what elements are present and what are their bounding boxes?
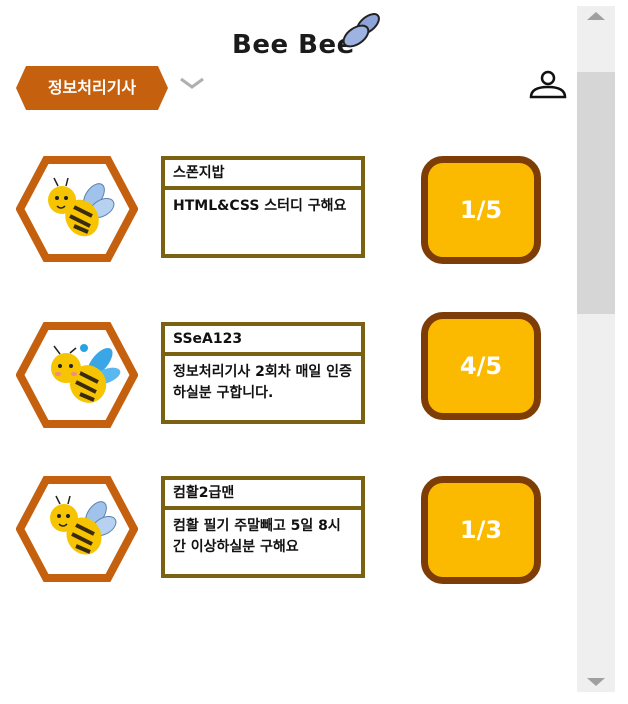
post-card[interactable]: SSeA123 정보처리기사 2회차 매일 인증 하실분 구합니다. 4/5 (0, 312, 577, 432)
logo[interactable]: Bee Bee (232, 30, 355, 60)
scroll-thumb[interactable] (577, 72, 615, 314)
post-box[interactable]: SSeA123 정보처리기사 2회차 매일 인증 하실분 구합니다. (161, 322, 365, 424)
member-count: 1/5 (459, 196, 503, 224)
bee-avatar-icon (16, 156, 138, 262)
member-count: 4/5 (459, 352, 503, 380)
scroll-up-arrow-icon[interactable] (577, 6, 615, 28)
post-description: 정보처리기사 2회차 매일 인증 하실분 구합니다. (173, 364, 352, 401)
post-author: 컴활2급맨 (165, 480, 361, 510)
member-count: 1/3 (459, 516, 503, 544)
post-description: HTML&CSS 스터디 구해요 (173, 198, 347, 214)
scroll-down-arrow-icon[interactable] (577, 670, 615, 692)
post-author: SSeA123 (165, 326, 361, 356)
post-author: 스폰지밥 (165, 160, 361, 190)
member-count-badge[interactable]: 1/5 (421, 156, 541, 264)
post-description: 컴활 필기 주말빼고 5일 8시간 이상하실분 구해요 (173, 518, 341, 555)
scrollbar[interactable] (577, 6, 615, 692)
chevron-down-icon[interactable] (178, 76, 206, 92)
bee-wings-icon (342, 13, 380, 48)
category-label: 정보처리기사 (47, 78, 137, 97)
category-badge[interactable]: 정보처리기사 (16, 66, 168, 110)
post-card[interactable]: 스폰지밥 HTML&CSS 스터디 구해요 1/5 (0, 156, 577, 266)
bee-avatar-icon (16, 476, 138, 582)
post-box[interactable]: 컴활2급맨 컴활 필기 주말빼고 5일 8시간 이상하실분 구해요 (161, 476, 365, 578)
bee-avatar-icon (16, 322, 138, 428)
post-box[interactable]: 스폰지밥 HTML&CSS 스터디 구해요 (161, 156, 365, 258)
post-card[interactable]: 컴활2급맨 컴활 필기 주말빼고 5일 8시간 이상하실분 구해요 1/3 (0, 476, 577, 586)
user-icon[interactable] (528, 70, 568, 100)
member-count-badge[interactable]: 1/3 (421, 476, 541, 584)
member-count-badge[interactable]: 4/5 (421, 312, 541, 420)
